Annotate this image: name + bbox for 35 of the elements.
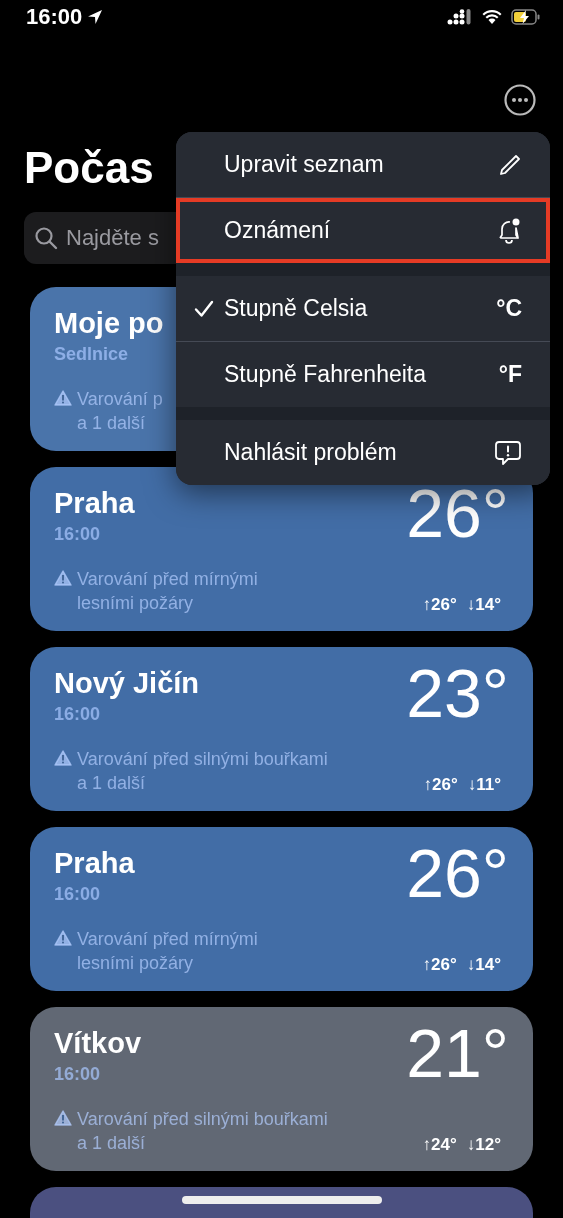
temperature: 21°	[406, 1021, 509, 1085]
location-name: Praha	[54, 487, 135, 520]
weather-warning: Varování před silnými bouřkami a 1 další	[77, 748, 328, 795]
location-subtitle: 16:00	[54, 704, 102, 725]
location-name: Praha	[54, 847, 135, 880]
high-temperature: ↑26°	[422, 955, 457, 975]
unit-symbol: °C	[496, 295, 522, 322]
page-title: Počas	[24, 142, 154, 194]
status-time: 16:00	[26, 4, 83, 30]
location-name: Vítkov	[54, 1027, 142, 1060]
weather-warning: Varování p a 1 další	[77, 388, 163, 435]
high-temperature: ↑26°	[422, 595, 457, 615]
low-temperature: ↓11°	[467, 775, 501, 795]
menu-item-label: Upravit seznam	[224, 151, 385, 178]
temperature: 26°	[406, 841, 509, 905]
weather-warning: Varování před silnými bouřkami a 1 další	[77, 1108, 328, 1155]
location-name: Moje po	[54, 307, 164, 340]
menu-item-label: Oznámení	[224, 217, 332, 244]
menu-item-label: Stupně Fahrenheita	[224, 361, 428, 388]
high-temperature: ↑24°	[422, 1135, 457, 1155]
low-temperature: ↓12°	[466, 1135, 501, 1155]
low-temperature: ↓14°	[466, 955, 501, 975]
menu-item-label: Nahlásit problém	[224, 439, 398, 466]
location-subtitle: 16:00	[54, 524, 102, 545]
unit-symbol: °F	[498, 361, 522, 388]
location-subtitle: 16:00	[54, 1064, 102, 1085]
weather-warning: Varování před mírnými lesními požáry	[77, 928, 258, 975]
low-temperature: ↓14°	[466, 595, 501, 615]
location-name: Nový Jičín	[54, 667, 200, 700]
menu-item-label: Stupně Celsia	[224, 295, 369, 322]
temperature: 23°	[406, 661, 509, 725]
location-subtitle: 16:00	[54, 884, 102, 905]
high-temperature: ↑26°	[423, 775, 458, 795]
location-subtitle: Sedlnice	[54, 344, 130, 365]
weather-warning: Varování před mírnými lesními požáry	[77, 568, 258, 615]
